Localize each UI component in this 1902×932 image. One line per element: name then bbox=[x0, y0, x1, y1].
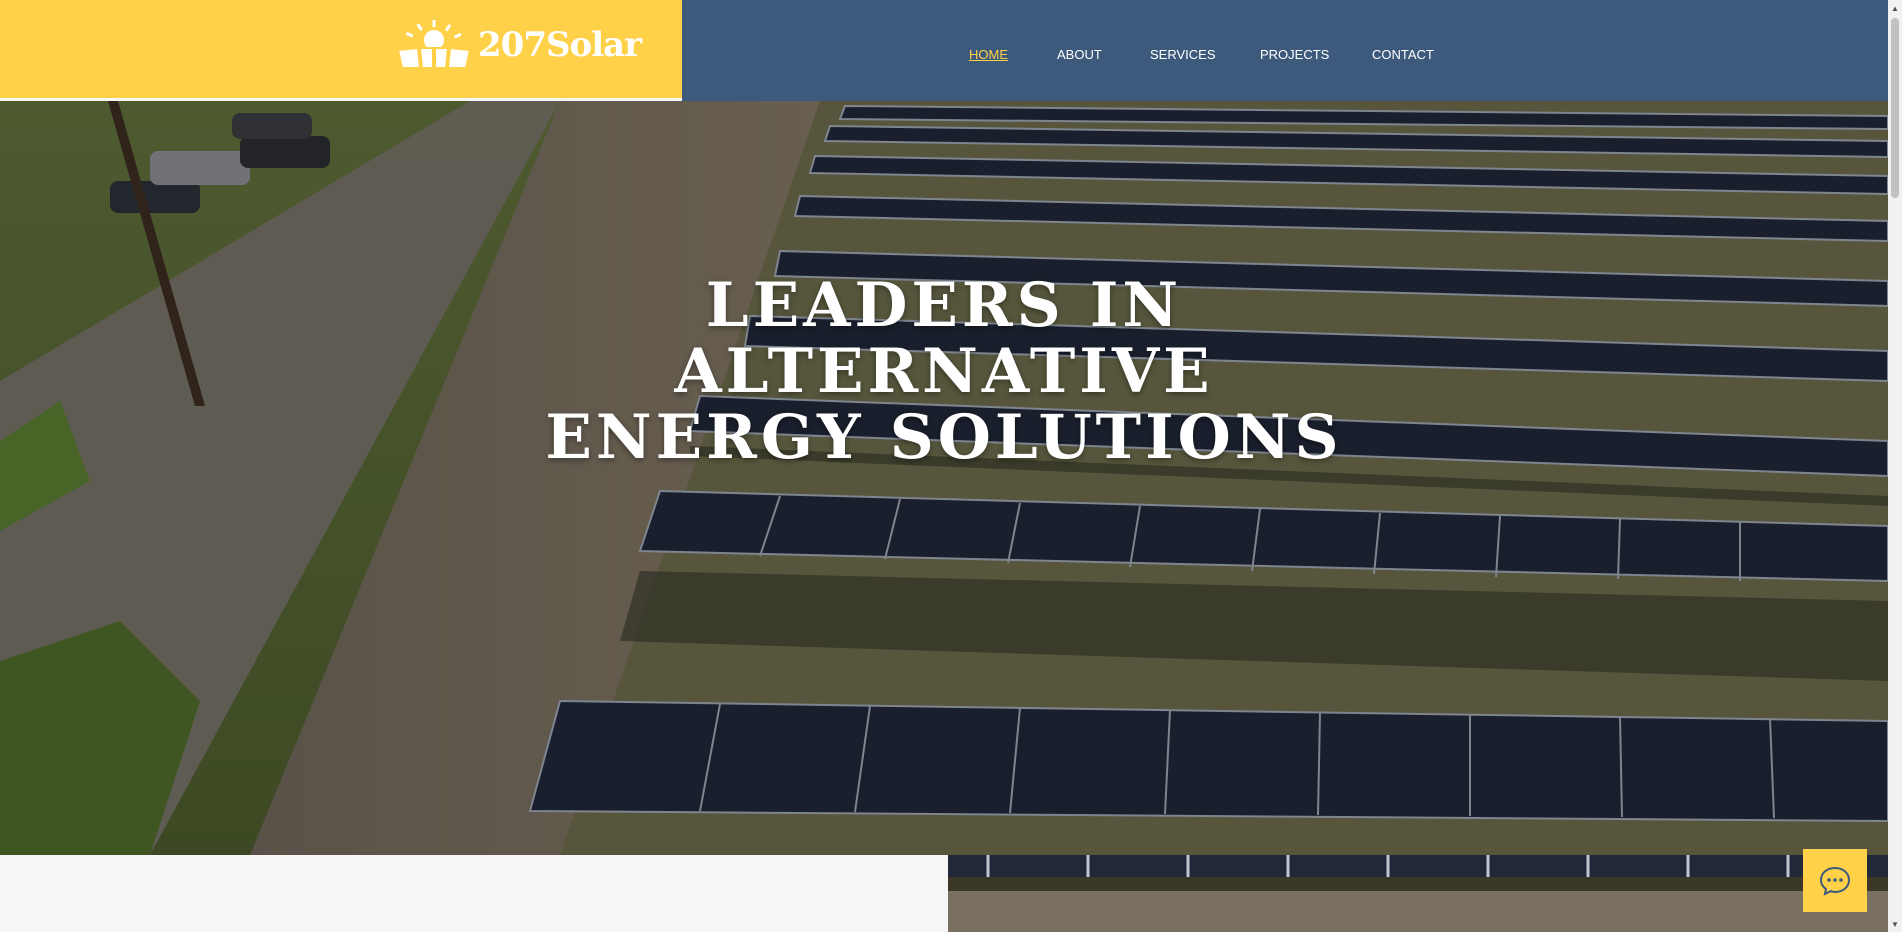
nav-home-link[interactable]: HOME bbox=[969, 47, 1008, 62]
hero-title-line-2: ALTERNATIVE bbox=[674, 335, 1214, 407]
nav-services[interactable]: SERVICES bbox=[1150, 47, 1216, 62]
hero-title-line-3: ENERGY SOLUTIONS bbox=[545, 401, 1343, 473]
page-scrollbar[interactable]: ▲ ▼ bbox=[1888, 0, 1902, 932]
logo-panel: 207Solar bbox=[0, 0, 682, 98]
nav-about[interactable]: ABOUT bbox=[1057, 47, 1102, 62]
content-image-right bbox=[948, 855, 1888, 932]
brand-name: 207Solar bbox=[478, 25, 642, 65]
hero-section: LEADERS IN ALTERNATIVE ENERGY SOLUTIONS bbox=[0, 101, 1888, 855]
site-header: 207Solar bbox=[0, 0, 1888, 101]
chat-button[interactable] bbox=[1803, 849, 1867, 912]
hero-title: LEADERS IN ALTERNATIVE ENERGY SOLUTIONS bbox=[0, 269, 1888, 473]
sun-panels-logo-icon bbox=[396, 20, 472, 69]
logo[interactable]: 207Solar bbox=[396, 20, 642, 70]
scroll-up-arrow-icon[interactable]: ▲ bbox=[1888, 0, 1902, 16]
content-panel-left bbox=[0, 855, 948, 932]
hero-title-line-1: LEADERS IN bbox=[705, 269, 1183, 341]
scroll-thumb[interactable] bbox=[1891, 18, 1899, 198]
solar-farm-background-image bbox=[0, 101, 1888, 855]
solar-panels-image bbox=[948, 855, 1888, 932]
nav-projects[interactable]: PROJECTS bbox=[1260, 47, 1329, 62]
nav-contact[interactable]: CONTACT bbox=[1372, 47, 1434, 62]
chat-bubble-icon bbox=[1819, 866, 1851, 896]
scroll-down-arrow-icon[interactable]: ▼ bbox=[1888, 916, 1902, 932]
